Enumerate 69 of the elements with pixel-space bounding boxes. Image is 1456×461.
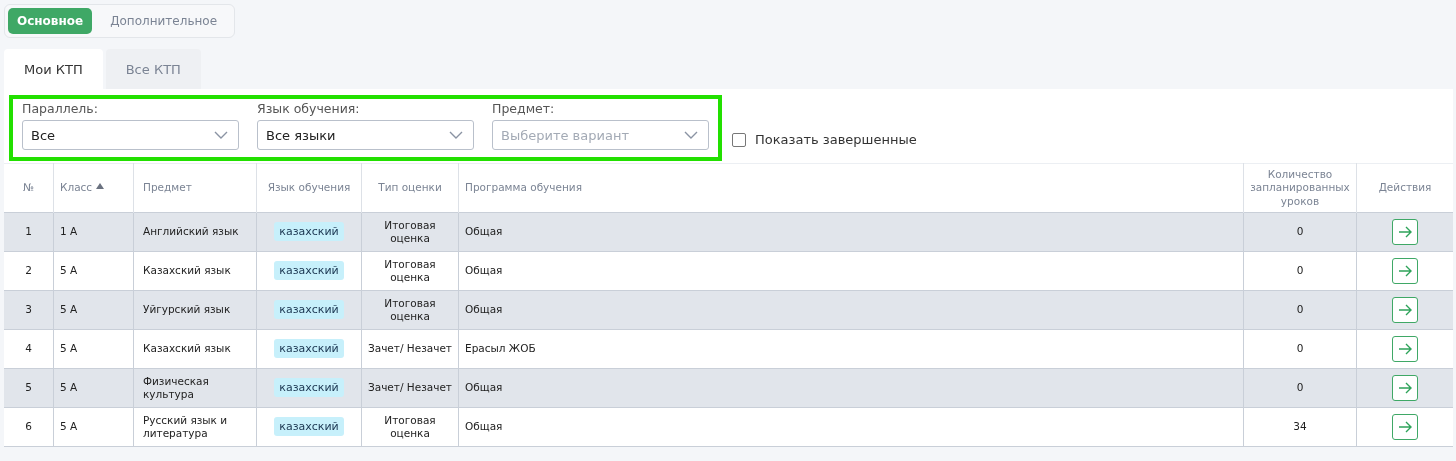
table-cell: Физическая культура xyxy=(133,368,257,408)
table-cell: 1 xyxy=(4,212,54,252)
table-cell: 0 xyxy=(1243,212,1357,252)
open-button[interactable] xyxy=(1392,375,1418,401)
arrow-right-icon xyxy=(1398,265,1412,277)
table-cell: 5 А xyxy=(53,368,134,408)
arrow-right-icon xyxy=(1398,421,1412,433)
table-cell: 5 А xyxy=(53,407,134,447)
table-cell: 4 xyxy=(4,329,54,369)
table-cell: Итоговая оценка xyxy=(361,290,459,330)
segment-button[interactable]: Основное xyxy=(8,8,93,34)
table-cell: Казахский язык xyxy=(133,329,257,369)
arrow-right-icon xyxy=(1398,226,1412,238)
table-cell: Зачет/ Незачет xyxy=(361,368,459,408)
table-cell: 5 А xyxy=(53,251,134,291)
table-cell: Казахский язык xyxy=(133,251,257,291)
table-cell: Общая xyxy=(458,368,1244,408)
select-field[interactable]: Выберите вариант xyxy=(492,120,709,150)
table-cell: 2 xyxy=(4,251,54,291)
language-tag: казахский xyxy=(274,339,344,359)
language-tag: казахский xyxy=(274,222,344,242)
table-cell: 34 xyxy=(1243,407,1357,447)
table-cell: Русский язык и литература xyxy=(133,407,257,447)
filter-label: Предмет: xyxy=(492,101,556,116)
table-cell: 5 А xyxy=(53,290,134,330)
chevron-down-icon xyxy=(214,131,228,139)
table-cell: Английский язык xyxy=(133,212,257,252)
table-cell: Общая xyxy=(458,251,1244,291)
checkbox-label: Показать завершенные xyxy=(755,132,917,147)
chevron-down-icon xyxy=(684,131,698,139)
table-cell: Общая xyxy=(458,407,1244,447)
table-cell: 0 xyxy=(1243,251,1357,291)
open-button[interactable] xyxy=(1392,336,1418,362)
table-cell: 1 А xyxy=(53,212,134,252)
table-cell: Зачет/ Незачет xyxy=(361,329,459,369)
language-tag: казахский xyxy=(274,300,344,320)
table-cell: 0 xyxy=(1243,368,1357,408)
table-cell: 3 xyxy=(4,290,54,330)
table-cell: Итоговая оценка xyxy=(361,407,459,447)
table-cell: Ерасыл ЖОБ xyxy=(458,329,1244,369)
filter-label: Язык обучения: xyxy=(257,101,361,116)
table-cell: 0 xyxy=(1243,290,1357,330)
table-cell: Итоговая оценка xyxy=(361,212,459,252)
table-cell: Итоговая оценка xyxy=(361,251,459,291)
tab[interactable]: Все КТП xyxy=(105,49,201,89)
segment-button[interactable]: Дополнительное xyxy=(96,8,232,34)
language-tag: казахский xyxy=(274,417,344,437)
open-button[interactable] xyxy=(1392,219,1418,245)
table-cell: 5 А xyxy=(53,329,134,369)
table-cell: 5 xyxy=(4,368,54,408)
table-cell: Общая xyxy=(458,212,1244,252)
select-field[interactable]: Все xyxy=(22,120,239,150)
checkbox[interactable] xyxy=(732,132,746,147)
select-field[interactable]: Все языки xyxy=(257,120,474,150)
open-button[interactable] xyxy=(1392,414,1418,440)
open-button[interactable] xyxy=(1392,297,1418,323)
table-cell: 6 xyxy=(4,407,54,447)
arrow-right-icon xyxy=(1398,343,1412,355)
chevron-down-icon xyxy=(449,131,463,139)
language-tag: казахский xyxy=(274,378,344,398)
filter-label: Параллель: xyxy=(22,101,99,116)
table-cell: 0 xyxy=(1243,329,1357,369)
open-button[interactable] xyxy=(1392,258,1418,284)
table-cell: Общая xyxy=(458,290,1244,330)
table-cell: Уйгурский язык xyxy=(133,290,257,330)
arrow-right-icon xyxy=(1398,382,1412,394)
language-tag: казахский xyxy=(274,261,344,281)
tab[interactable]: Мои КТП xyxy=(4,49,103,89)
arrow-right-icon xyxy=(1398,304,1412,316)
